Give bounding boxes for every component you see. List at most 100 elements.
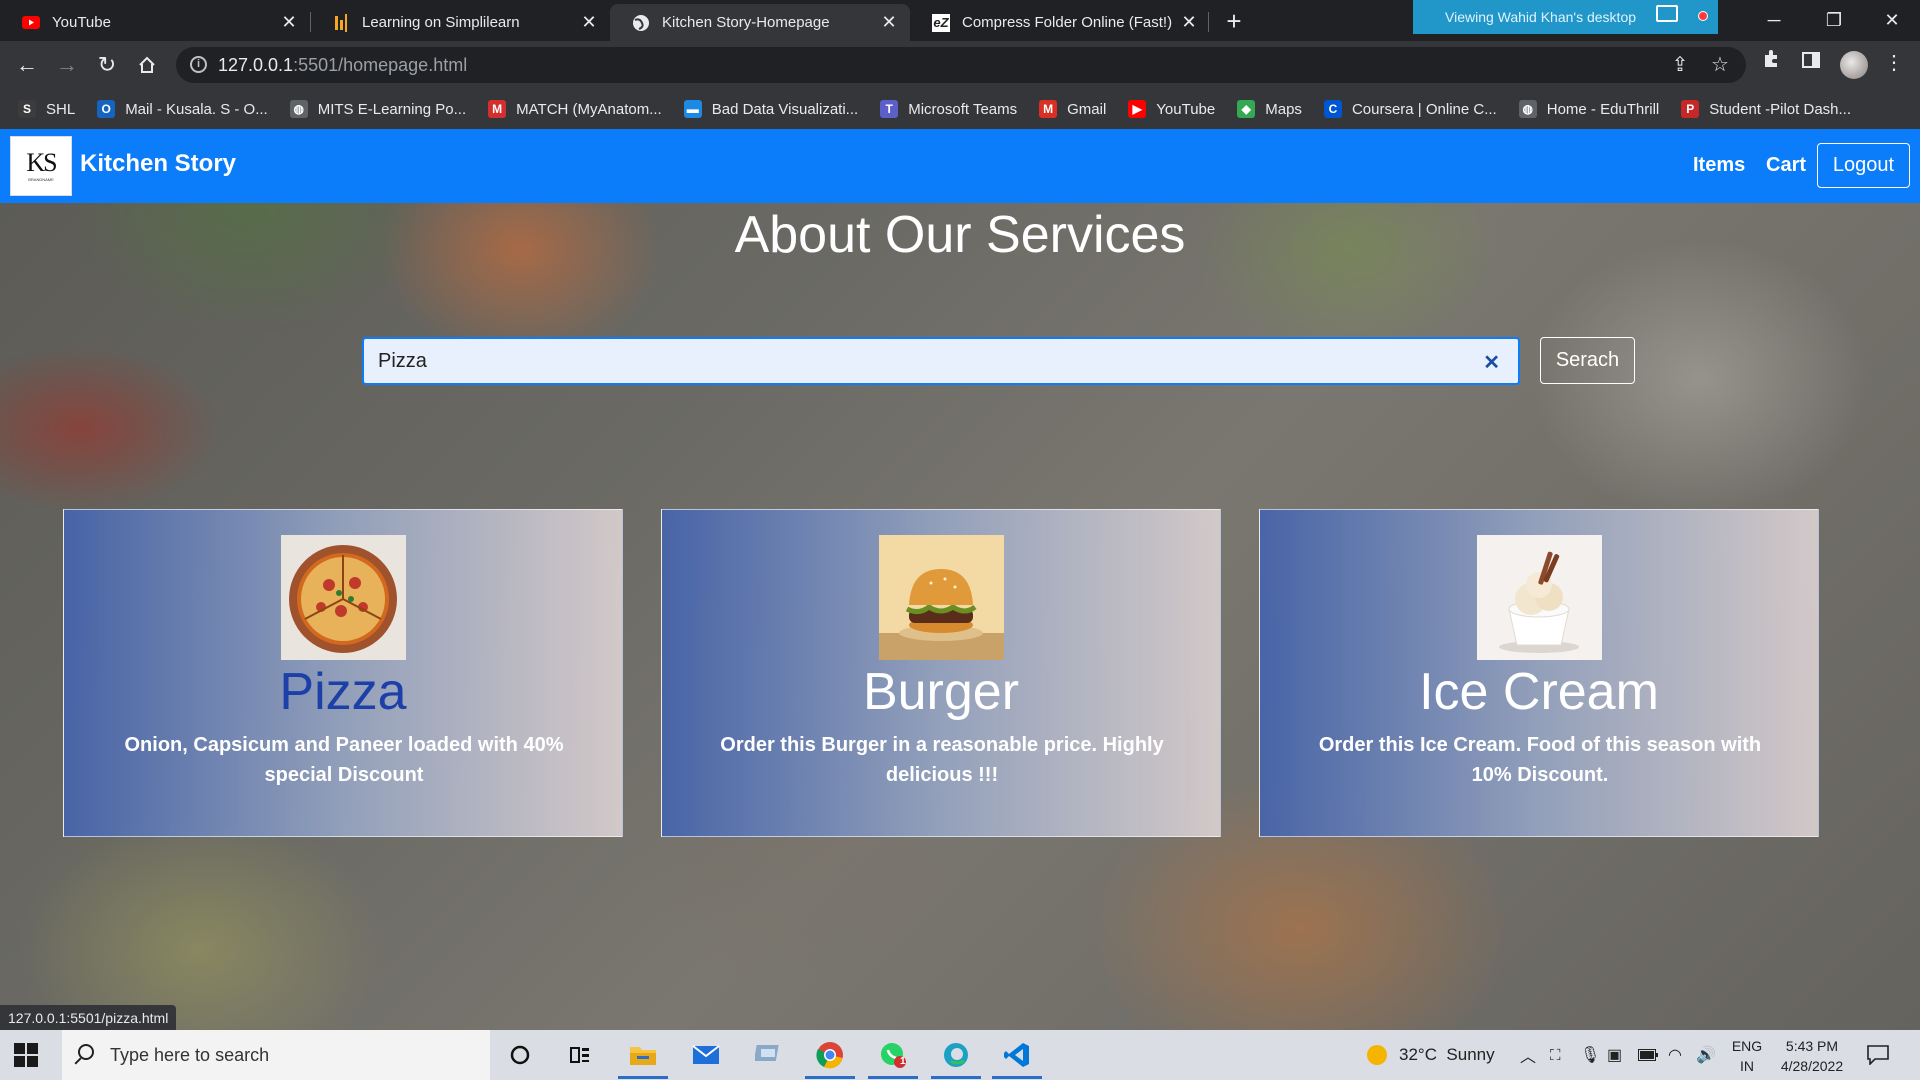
site-brand[interactable]: Kitchen Story bbox=[80, 150, 236, 178]
share-icon[interactable]: ⇪ bbox=[1666, 51, 1694, 79]
bookmark-item[interactable]: ◍ MITS E-Learning Po... bbox=[289, 100, 467, 118]
volume-icon[interactable]: 🔊 bbox=[1696, 1030, 1716, 1080]
bookmark-item[interactable]: C Coursera | Online C... bbox=[1323, 100, 1497, 118]
bookmark-label: Coursera | Online C... bbox=[1351, 100, 1497, 118]
tab-title: Learning on Simplilearn bbox=[362, 14, 520, 31]
globe-icon: ◍ bbox=[289, 100, 308, 118]
product-card-pizza[interactable]: Pizza Onion, Capsicum and Paneer loaded … bbox=[63, 509, 623, 837]
task-view-icon[interactable] bbox=[563, 1038, 597, 1072]
logout-button[interactable]: Logout bbox=[1817, 143, 1910, 188]
bookmark-item[interactable]: P Student -Pilot Dash... bbox=[1681, 100, 1851, 118]
burger-image[interactable] bbox=[879, 535, 1004, 660]
file-explorer-icon[interactable] bbox=[626, 1038, 660, 1072]
search-button[interactable]: Serach bbox=[1540, 337, 1635, 384]
logo-monogram: KS bbox=[26, 147, 57, 177]
wifi-icon[interactable]: ◠ bbox=[1668, 1030, 1682, 1080]
screen-share-banner[interactable]: Viewing Wahid Khan's desktop bbox=[1413, 0, 1718, 34]
bookmark-label: Maps bbox=[1265, 100, 1302, 118]
tab-strip: YouTube ✕ Learning on Simplilearn ✕ Kitc… bbox=[0, 0, 1920, 41]
address-bar[interactable]: i 127.0.0.1:5501/homepage.html ⇪ ☆ bbox=[176, 47, 1746, 83]
show-hidden-icons-button[interactable]: ︿ bbox=[1520, 1030, 1536, 1080]
pizza-image[interactable] bbox=[281, 535, 406, 660]
youtube-icon bbox=[22, 14, 40, 32]
chrome-icon[interactable] bbox=[813, 1038, 847, 1072]
bookmark-item[interactable]: T Microsoft Teams bbox=[880, 100, 1017, 118]
menu-icon[interactable]: ⋮ bbox=[1880, 49, 1908, 77]
extensions-icon[interactable] bbox=[1757, 49, 1785, 77]
taskbar-search-placeholder: Type here to search bbox=[110, 1044, 270, 1065]
close-icon[interactable]: ✕ bbox=[578, 12, 600, 33]
site-navbar: KS BRANDNAME Kitchen Story Items Cart Lo… bbox=[0, 129, 1920, 203]
reload-button[interactable]: ↻ bbox=[91, 49, 123, 81]
site-info-icon[interactable]: i bbox=[190, 56, 207, 73]
nav-cart-link[interactable]: Cart bbox=[1766, 154, 1806, 177]
site-logo[interactable]: KS BRANDNAME bbox=[10, 136, 72, 196]
windows-taskbar: Type here to search 1 32°C Sunny ︿ ⛶ 🎙 ▣ bbox=[0, 1030, 1920, 1080]
ice-cream-image[interactable] bbox=[1477, 535, 1602, 660]
language-indicator[interactable]: ENG IN bbox=[1722, 1036, 1772, 1076]
weather-widget[interactable]: 32°C Sunny bbox=[1367, 1030, 1495, 1080]
home-button[interactable] bbox=[131, 49, 163, 81]
new-tab-button[interactable]: + bbox=[1220, 6, 1248, 37]
taskbar-search-input[interactable]: Type here to search bbox=[62, 1030, 490, 1080]
active-indicator bbox=[931, 1076, 981, 1079]
side-panel-icon[interactable] bbox=[1797, 49, 1825, 77]
azure-vpn-icon[interactable] bbox=[752, 1038, 786, 1072]
screen-share-label: Viewing Wahid Khan's desktop bbox=[1445, 9, 1637, 25]
kitchen-story-page: KS BRANDNAME Kitchen Story Items Cart Lo… bbox=[0, 129, 1920, 1030]
minimize-button[interactable]: ─ bbox=[1746, 0, 1802, 40]
clear-search-icon[interactable]: ✕ bbox=[1483, 350, 1500, 375]
forward-button[interactable]: → bbox=[51, 49, 83, 81]
home-icon bbox=[139, 56, 155, 73]
close-icon[interactable]: ✕ bbox=[278, 12, 300, 33]
mail-icon[interactable] bbox=[689, 1038, 723, 1072]
eduthrill-icon: ◍ bbox=[1518, 100, 1537, 118]
tab-youtube[interactable]: YouTube ✕ bbox=[0, 4, 310, 41]
bookmark-label: SHL bbox=[46, 100, 76, 118]
bookmark-star-icon[interactable]: ☆ bbox=[1706, 51, 1734, 79]
product-card-burger[interactable]: Burger Order this Burger in a reasonable… bbox=[661, 509, 1221, 837]
product-card-ice-cream[interactable]: Ice Cream Order this Ice Cream. Food of … bbox=[1259, 509, 1819, 837]
close-window-button[interactable]: ✕ bbox=[1864, 0, 1920, 40]
bookmark-item[interactable]: ◍ Home - EduThrill bbox=[1518, 100, 1659, 118]
search-input[interactable]: Pizza ✕ bbox=[362, 337, 1520, 385]
bookmark-item[interactable]: ▶ YouTube bbox=[1128, 100, 1215, 118]
bookmark-item[interactable]: M Gmail bbox=[1039, 100, 1106, 118]
bookmark-item[interactable]: M MATCH (MyAnatom... bbox=[488, 100, 662, 118]
whatsapp-icon[interactable]: 1 bbox=[876, 1038, 910, 1072]
card-title-burger[interactable]: Burger bbox=[662, 662, 1220, 722]
remote-desktop-icon[interactable]: ▣ bbox=[1607, 1030, 1622, 1080]
card-title-ice-cream[interactable]: Ice Cream bbox=[1260, 662, 1818, 722]
monitor-icon bbox=[1656, 5, 1678, 22]
tab-simplilearn[interactable]: Learning on Simplilearn ✕ bbox=[310, 4, 610, 41]
close-icon[interactable]: ✕ bbox=[1178, 12, 1200, 33]
windows-start-icon[interactable] bbox=[14, 1043, 38, 1067]
clock-time: 5:43 PM bbox=[1785, 1038, 1839, 1054]
back-button[interactable]: ← bbox=[11, 49, 43, 81]
bookmark-item[interactable]: S SHL bbox=[18, 100, 75, 118]
bookmark-item[interactable]: ◆ Maps bbox=[1237, 100, 1302, 118]
meet-now-icon[interactable]: ⛶ bbox=[1550, 1030, 1561, 1080]
cortana-icon[interactable] bbox=[503, 1038, 537, 1072]
microphone-icon[interactable]: 🎙 bbox=[1580, 1030, 1600, 1080]
bookmark-label: YouTube bbox=[1156, 100, 1216, 118]
battery-icon[interactable] bbox=[1638, 1030, 1658, 1080]
card-title-pizza[interactable]: Pizza bbox=[64, 662, 622, 722]
nav-items-link[interactable]: Items bbox=[1693, 154, 1745, 177]
profile-avatar[interactable] bbox=[1840, 51, 1868, 79]
close-icon[interactable]: ✕ bbox=[878, 12, 900, 33]
vscode-icon[interactable] bbox=[1000, 1038, 1034, 1072]
pilot-icon: P bbox=[1681, 100, 1700, 118]
bookmark-item[interactable]: O Mail - Kusala. S - O... bbox=[97, 100, 268, 118]
restore-button[interactable]: ❐ bbox=[1806, 0, 1862, 40]
clock[interactable]: 5:43 PM 4/28/2022 bbox=[1772, 1036, 1852, 1076]
bookmark-label: MITS E-Learning Po... bbox=[317, 100, 467, 118]
tab-compress-folder[interactable]: eZ Compress Folder Online (Fast!) ✕ bbox=[910, 4, 1210, 41]
edge-icon[interactable] bbox=[939, 1038, 973, 1072]
tab-kitchen-story[interactable]: Kitchen Story-Homepage ✕ bbox=[610, 4, 910, 41]
whatsapp-badge: 1 bbox=[900, 1056, 906, 1067]
bookmark-label: Microsoft Teams bbox=[908, 100, 1018, 118]
search-input-value: Pizza bbox=[378, 349, 427, 372]
bookmark-item[interactable]: ▬ Bad Data Visualizati... bbox=[683, 100, 858, 118]
notification-center-icon[interactable] bbox=[1867, 1030, 1889, 1080]
